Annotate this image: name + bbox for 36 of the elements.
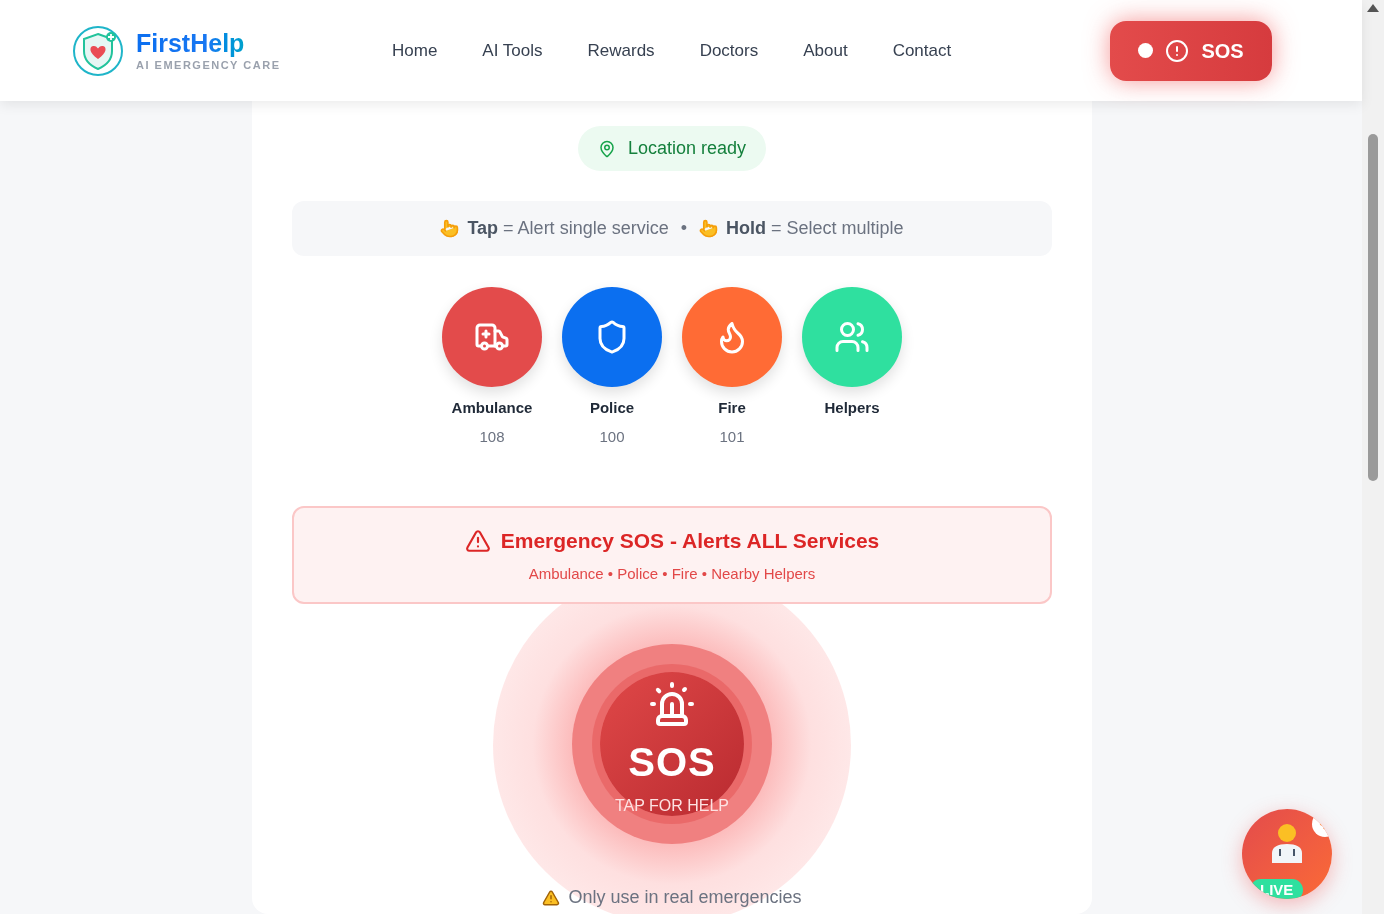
nav-link[interactable]: Rewards xyxy=(587,37,655,64)
location-status: Location ready xyxy=(627,137,747,160)
pointing-hand-icon xyxy=(699,219,718,238)
alert-icon xyxy=(1165,38,1190,63)
banner-subtitle: Ambulance • Police • Fire • Nearby Helpers xyxy=(528,563,816,584)
service-name: Helpers xyxy=(824,398,880,418)
brand-tagline: AI EMERGENCY CARE xyxy=(136,59,281,71)
service-name: Fire xyxy=(718,398,746,418)
service-number: 100 xyxy=(599,426,625,447)
nav-link[interactable]: Home xyxy=(392,37,438,64)
logo-icon xyxy=(72,24,124,77)
nav-link[interactable]: About xyxy=(803,37,848,64)
scroll-up-icon xyxy=(1367,4,1379,12)
doctor-figure-icon xyxy=(1269,821,1305,863)
service-number: 108 xyxy=(479,426,505,447)
warning-text: Only use in real emergencies xyxy=(568,886,802,909)
people-icon xyxy=(834,319,870,355)
sos-label: SOS xyxy=(628,742,716,782)
warning-icon xyxy=(464,527,491,554)
service-name: Ambulance xyxy=(451,398,533,418)
service-name: Police xyxy=(589,398,635,418)
nav-link[interactable]: AI Tools xyxy=(482,37,543,64)
nav-link[interactable]: Doctors xyxy=(699,37,759,64)
hint-text: Tap = Alert single service xyxy=(467,217,669,240)
hint-text: Hold = Select multiple xyxy=(726,217,904,240)
nav-link[interactable]: Contact xyxy=(892,37,952,64)
location-pin-icon xyxy=(597,139,616,158)
siren-icon xyxy=(648,680,696,728)
pointing-hand-icon xyxy=(440,219,460,238)
banner-title: Emergency SOS - Alerts ALL Services xyxy=(500,528,880,554)
sos-button[interactable]: SOS xyxy=(1110,20,1272,81)
separator: • xyxy=(680,217,687,240)
service-number: 101 xyxy=(719,426,745,447)
scrollbar-thumb[interactable] xyxy=(1368,134,1378,481)
sos-caption: TAP FOR HELP xyxy=(614,796,730,816)
caution-icon xyxy=(542,888,561,907)
